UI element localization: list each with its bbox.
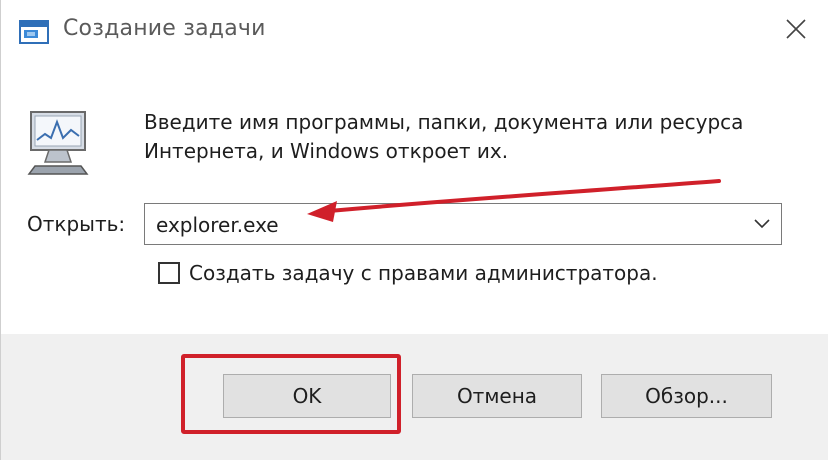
open-input-value[interactable]: explorer.exe bbox=[156, 213, 279, 237]
dropdown-button[interactable] bbox=[749, 211, 775, 237]
admin-option[interactable]: Создать задачу с правами администратора. bbox=[158, 258, 658, 288]
browse-button[interactable]: Обзор... bbox=[601, 374, 772, 418]
run-dialog-icon bbox=[19, 20, 49, 44]
button-bar: OK Отмена Обзор... bbox=[1, 334, 828, 460]
create-task-dialog: Создание задачи Введите имя программы, п… bbox=[0, 0, 828, 460]
title-bar: Создание задачи bbox=[1, 0, 828, 62]
ok-button[interactable]: OK bbox=[223, 374, 391, 418]
window-title: Создание задачи bbox=[63, 16, 266, 41]
admin-checkbox-label[interactable]: Создать задачу с правами администратора. bbox=[189, 261, 658, 285]
cancel-button[interactable]: Отмена bbox=[412, 374, 582, 418]
close-button[interactable] bbox=[777, 12, 815, 50]
chevron-down-icon bbox=[754, 219, 770, 229]
close-icon bbox=[785, 18, 807, 44]
open-label: Открыть: bbox=[27, 212, 126, 236]
dialog-content: Введите имя программы, папки, документа … bbox=[1, 62, 828, 334]
admin-checkbox[interactable] bbox=[158, 262, 180, 284]
monitor-icon bbox=[27, 108, 93, 178]
dialog-description: Введите имя программы, папки, документа … bbox=[144, 110, 744, 163]
open-combobox[interactable]: explorer.exe bbox=[144, 203, 782, 245]
